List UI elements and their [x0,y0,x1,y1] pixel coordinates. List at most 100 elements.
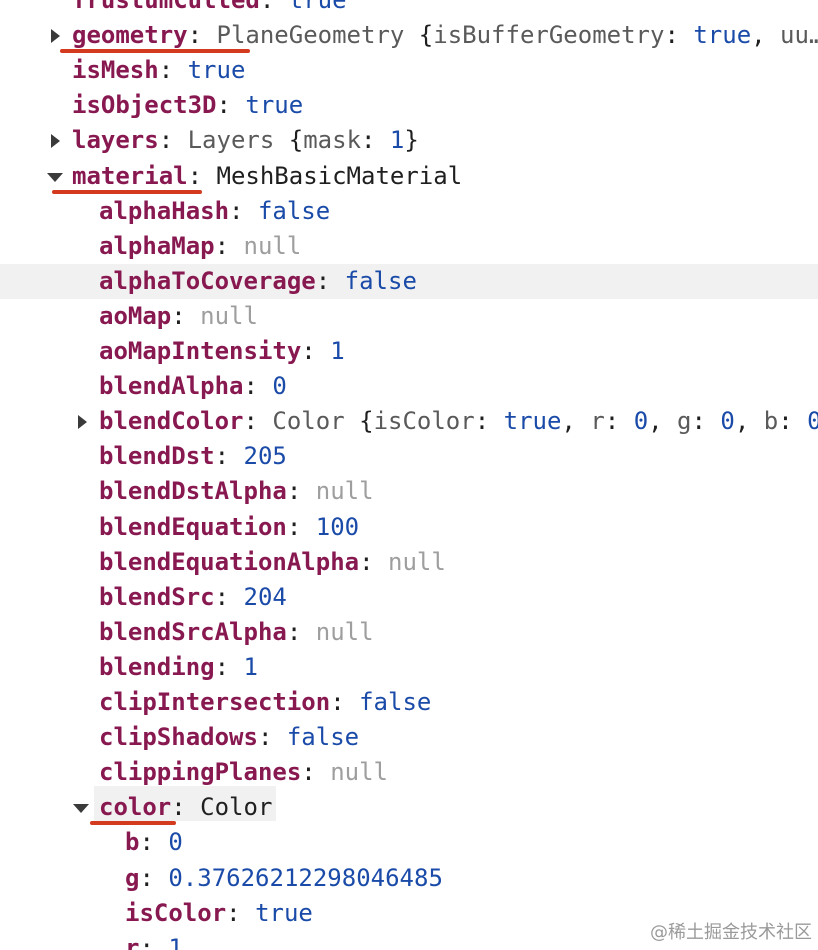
property-value: null [330,758,388,786]
property-content: alphaToCoverage: false [99,264,417,299]
property-value: 204 [243,583,287,611]
property-row[interactable]: blendAlpha: 0 [0,369,818,404]
triangle-right-icon[interactable] [48,123,70,158]
colon: : [214,232,244,260]
property-content: blendEquation: 100 [99,510,359,545]
colon: : [226,899,256,927]
property-row[interactable]: blendSrcAlpha: null [0,615,818,650]
property-content: blendEquationAlpha: null [99,545,446,580]
property-key: blendSrcAlpha [99,618,287,646]
colon: : [243,372,273,400]
colon: : [301,758,331,786]
property-content: aoMapIntensity: 1 [99,334,345,369]
property-row[interactable]: material: MeshBasicMaterial [0,159,818,194]
triangle-down-icon[interactable] [46,159,68,194]
colon: : [139,864,169,892]
property-key: alphaMap [99,232,215,260]
colon: : [286,477,316,505]
property-row[interactable]: clipShadows: false [0,720,818,755]
property-row[interactable]: clippingPlanes: null [0,755,818,790]
property-value: null [200,302,258,330]
property-content: aoMap: null [99,299,258,334]
property-value: true [187,56,246,84]
property-value: 100 [315,513,360,541]
property-value: null [388,548,446,576]
colon: : [216,91,246,119]
property-value: true [245,91,304,119]
property-row[interactable]: layers: Layers {mask: 1} [0,123,818,158]
property-row[interactable]: g: 0.37626212298046485 [0,861,818,896]
colon: : [243,407,273,435]
colon: : [214,583,244,611]
property-row[interactable]: blendSrc: 204 [0,580,818,615]
property-content: blending: 1 [99,650,258,685]
property-row[interactable]: blending: 1 [0,650,818,685]
property-content: isObject3D: true [72,88,303,123]
property-row[interactable]: aoMap: null [0,299,818,334]
property-key: geometry [72,21,188,49]
colon: : [158,56,188,84]
property-preview: {mask: 1} [274,126,419,154]
property-key: frustumCulled [72,0,260,14]
property-row[interactable]: b: 0 [0,825,818,860]
property-key: blendEquationAlpha [99,548,360,576]
colon: : [171,302,201,330]
property-row[interactable]: blendDstAlpha: null [0,474,818,509]
property-row[interactable]: blendEquationAlpha: null [0,545,818,580]
colon: : [359,548,388,576]
colon: : [286,513,316,541]
colon: : [259,0,289,14]
property-key: clipIntersection [99,688,331,716]
property-value: 0 [272,372,287,400]
property-content: frustumCulled: true [72,0,347,18]
property-row[interactable]: clipIntersection: false [0,685,818,720]
property-value: 1 [330,337,345,365]
property-value: false [344,267,417,295]
property-row[interactable]: alphaToCoverage: false [0,264,818,299]
property-key: r [125,934,140,950]
property-key: isObject3D [72,91,217,119]
property-row[interactable]: blendDst: 205 [0,439,818,474]
colon: : [229,197,258,225]
property-content: b: 0 [125,825,183,860]
property-value: 0.37626212298046485 [168,864,443,892]
property-row[interactable]: blendEquation: 100 [0,510,818,545]
property-row[interactable]: geometry: PlaneGeometry {isBufferGeometr… [0,18,818,53]
property-row[interactable]: aoMapIntensity: 1 [0,334,818,369]
triangle-right-icon[interactable] [48,18,70,53]
property-row[interactable]: alphaMap: null [0,229,818,264]
property-key: aoMap [99,302,172,330]
triangle-right-icon[interactable] [75,404,97,439]
property-value: 1 [168,934,183,950]
property-key: blendSrc [99,583,215,611]
property-key: blendColor [99,407,244,435]
property-content: r: 1 [125,931,183,950]
property-value: 0 [168,828,183,856]
property-key: g [125,864,140,892]
colon: : [139,828,169,856]
colon: : [286,618,316,646]
property-row[interactable]: isObject3D: true [0,88,818,123]
property-content: geometry: PlaneGeometry {isBufferGeometr… [72,18,818,53]
colon: : [315,267,345,295]
colon: : [139,934,169,950]
property-row[interactable]: blendColor: Color {isColor: true, r: 0, … [0,404,818,439]
triangle-down-icon[interactable] [72,790,94,825]
property-content: blendColor: Color {isColor: true, r: 0, … [99,404,818,439]
property-value: false [257,197,331,225]
property-value: 1 [243,653,258,681]
property-content: alphaMap: null [99,229,301,264]
colon: : [301,337,331,365]
property-content: blendDst: 205 [99,439,287,474]
property-key: blendEquation [99,513,287,541]
property-content: clipIntersection: false [99,685,431,720]
property-content: g: 0.37626212298046485 [125,861,443,896]
colon: : [158,126,188,154]
property-row[interactable]: isMesh: true [0,53,818,88]
property-row[interactable]: frustumCulled: true [0,0,818,18]
property-key: color [99,793,172,821]
property-row[interactable]: alphaHash: false [0,194,818,229]
property-value: Color [200,793,273,821]
property-row[interactable]: color: Color [0,790,818,825]
colon: : [214,653,244,681]
